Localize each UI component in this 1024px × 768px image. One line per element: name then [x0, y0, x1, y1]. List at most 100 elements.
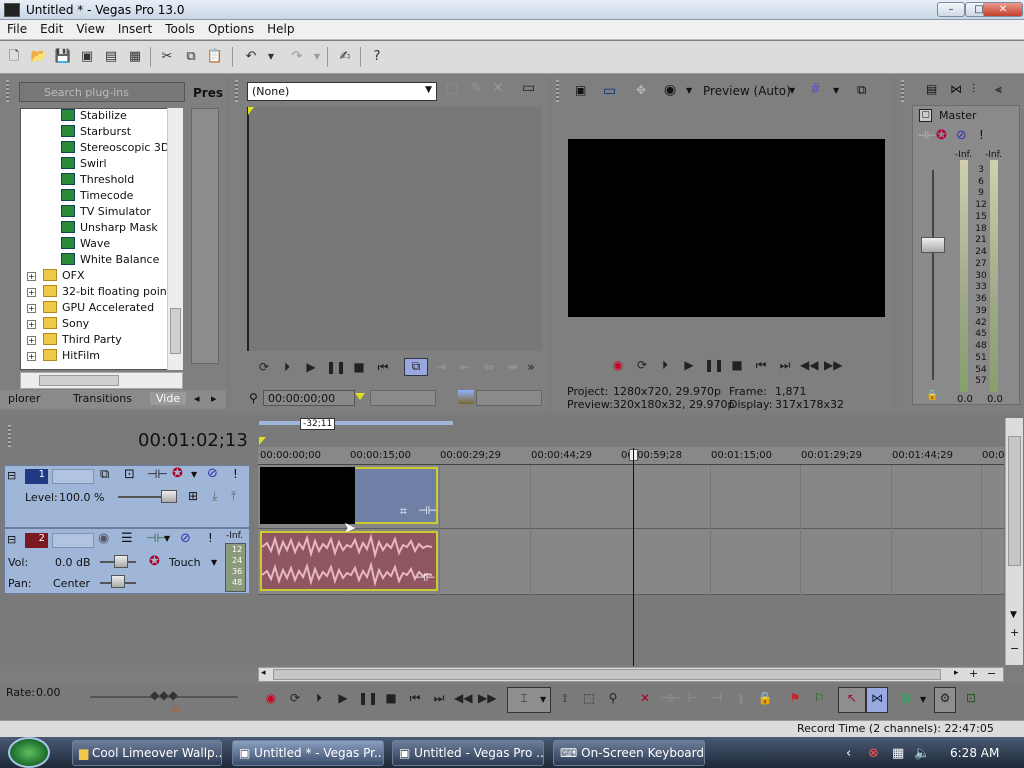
panel-grip[interactable]: [556, 80, 559, 102]
expand-icon[interactable]: +: [27, 288, 36, 297]
tree-folder-ofx[interactable]: + OFX: [27, 269, 85, 285]
tree-item-unsharp-mask[interactable]: Unsharp Mask: [61, 221, 158, 237]
scroll-right-icon[interactable]: ▸: [954, 668, 959, 678]
zoom-tool-icon[interactable]: ⚲: [604, 691, 622, 705]
trimmer-media-select[interactable]: (None) ▼: [247, 82, 437, 101]
arm-record-icon[interactable]: ◉: [98, 531, 109, 546]
compositing-icon[interactable]: ⧉: [100, 467, 109, 482]
playhead-cursor[interactable]: [633, 448, 634, 666]
chevron-down-icon[interactable]: ▼: [833, 86, 839, 95]
trimmer-display[interactable]: [247, 107, 542, 351]
tree-horizontal-scrollbar[interactable]: [20, 372, 183, 389]
trim-start-icon[interactable]: ⊢: [684, 691, 702, 705]
volume-muted-icon[interactable]: 🔈: [914, 746, 930, 761]
scroll-thumb[interactable]: [1008, 436, 1021, 566]
envelope-tool-icon[interactable]: ⟟: [556, 691, 574, 706]
master-toggle-icon[interactable]: ▢: [919, 109, 932, 122]
delete-icon[interactable]: ✕: [636, 691, 654, 705]
tab-scroll-left-icon[interactable]: ◂: [194, 392, 200, 405]
tree-item-stereoscopic-3d[interactable]: Stereoscopic 3D A: [61, 141, 180, 157]
security-alert-icon[interactable]: ⊗: [868, 746, 879, 761]
external-monitor-icon[interactable]: ▭: [603, 83, 616, 99]
taskbar-item-keyboard[interactable]: ⌨ On-Screen Keyboard: [553, 740, 705, 766]
menu-help[interactable]: Help: [260, 20, 300, 36]
audio-event[interactable]: [260, 531, 438, 591]
tab-scroll-right-icon[interactable]: ▸: [211, 392, 217, 405]
tray-expand-icon[interactable]: ‹: [846, 746, 851, 761]
track-minimize-icon[interactable]: ⊟: [7, 469, 16, 482]
solo-icon[interactable]: !: [979, 128, 984, 142]
panel-grip[interactable]: [6, 80, 9, 102]
loop-region-bar[interactable]: [259, 421, 453, 425]
play-icon[interactable]: ▶: [334, 691, 352, 705]
motion-icon[interactable]: ⊡: [124, 467, 135, 482]
menu-file[interactable]: File: [0, 20, 33, 36]
tree-item-timecode[interactable]: Timecode: [61, 189, 133, 205]
track-minimize-icon[interactable]: ⊟: [7, 533, 16, 546]
start-button[interactable]: [8, 737, 50, 768]
next-frame-icon[interactable]: ▶▶: [478, 691, 496, 705]
downmix-icon[interactable]: ⫶: [972, 82, 975, 97]
edit-tool-icon[interactable]: ✍: [336, 48, 354, 66]
loop-icon[interactable]: ⟳: [286, 691, 304, 705]
automation-gear-icon[interactable]: ✪: [149, 554, 160, 569]
trimmer-time-field[interactable]: 00:00:00;00: [263, 390, 355, 406]
play-icon[interactable]: ▶: [302, 360, 320, 374]
go-to-start-icon[interactable]: ⏮: [406, 691, 424, 706]
play-from-start-icon[interactable]: ⏵: [656, 358, 674, 373]
chevron-down-icon[interactable]: ▼: [308, 48, 326, 66]
region-icon[interactable]: ⇹: [504, 360, 522, 374]
trim-mode-icon[interactable]: ⧉: [404, 358, 428, 376]
tree-vertical-scrollbar[interactable]: [167, 108, 183, 370]
duration-bar[interactable]: [476, 390, 542, 406]
go-to-end-icon[interactable]: ⏭: [776, 358, 794, 373]
tab-explorer[interactable]: plorer: [8, 392, 40, 405]
menu-tools[interactable]: Tools: [158, 20, 201, 36]
parent-icon[interactable]: ⤓: [212, 489, 217, 504]
tree-folder-sony[interactable]: + Sony: [27, 317, 89, 333]
insert-fx-icon[interactable]: ⋈: [950, 82, 962, 96]
zoom-in-icon[interactable]: +: [969, 667, 978, 680]
selection-tool-icon[interactable]: ⬚: [580, 691, 598, 705]
tree-item-swirl[interactable]: Swirl: [61, 157, 107, 173]
pan-icon[interactable]: ⊣⊢: [917, 129, 936, 142]
add-to-timeline-icon[interactable]: ⇥: [432, 360, 450, 374]
loop-icon[interactable]: ⟳: [633, 358, 651, 372]
paste-icon[interactable]: 📋: [206, 48, 224, 66]
tree-item-threshold[interactable]: Threshold: [61, 173, 134, 189]
normal-edit-tool-icon[interactable]: ⌶: [515, 691, 533, 706]
mute-icon[interactable]: ⊘: [956, 128, 967, 143]
copy-snapshot-icon[interactable]: ⧉: [857, 83, 866, 98]
taskbar-item-vegas-active[interactable]: ▣ Untitled * - Vegas Pr...: [232, 740, 384, 766]
solo-icon[interactable]: !: [208, 531, 213, 545]
pause-icon[interactable]: ❚❚: [358, 691, 378, 705]
cut-icon[interactable]: ✂: [158, 48, 176, 66]
chevron-down-icon[interactable]: ▼: [686, 86, 692, 95]
marker-icon[interactable]: ⚑: [786, 691, 804, 705]
play-icon[interactable]: ▶: [680, 358, 698, 372]
tree-item-white-balance[interactable]: White Balance: [61, 253, 159, 269]
pan-slider[interactable]: [111, 575, 125, 588]
track-name-field[interactable]: [52, 469, 94, 484]
chevron-down-icon[interactable]: ▼: [164, 534, 170, 543]
menu-edit[interactable]: Edit: [33, 20, 69, 36]
chevron-down-icon[interactable]: ▼: [191, 470, 197, 479]
scroll-down-icon[interactable]: ▼: [1010, 610, 1017, 620]
insert-bus-icon[interactable]: ▤: [926, 82, 937, 96]
split-icon[interactable]: ⫲: [732, 691, 750, 706]
event-fx-icon[interactable]: ⊣⊢: [418, 504, 437, 517]
track-fx-icon[interactable]: ✪: [172, 466, 183, 481]
event-fx-icon[interactable]: ⊣⊢: [416, 571, 435, 584]
whats-this-help-icon[interactable]: ?: [368, 48, 386, 66]
tree-item-wave[interactable]: Wave: [61, 237, 110, 253]
expand-keyframes-icon[interactable]: ⊞: [188, 489, 198, 503]
split-screen-icon[interactable]: ✥: [636, 83, 646, 97]
trim-icon[interactable]: ⊣⊢: [660, 691, 681, 705]
fx-gear-icon[interactable]: ✪: [936, 128, 947, 143]
rate-slider[interactable]: ◆◆◆: [150, 688, 178, 702]
overlays-icon[interactable]: ◉: [664, 82, 676, 98]
clear-icon[interactable]: ✕: [492, 80, 504, 96]
stop-icon[interactable]: ■: [728, 358, 746, 372]
scroll-left-icon[interactable]: ◂: [261, 668, 266, 678]
trimmer-tool-icon[interactable]: ⬚: [446, 81, 458, 96]
